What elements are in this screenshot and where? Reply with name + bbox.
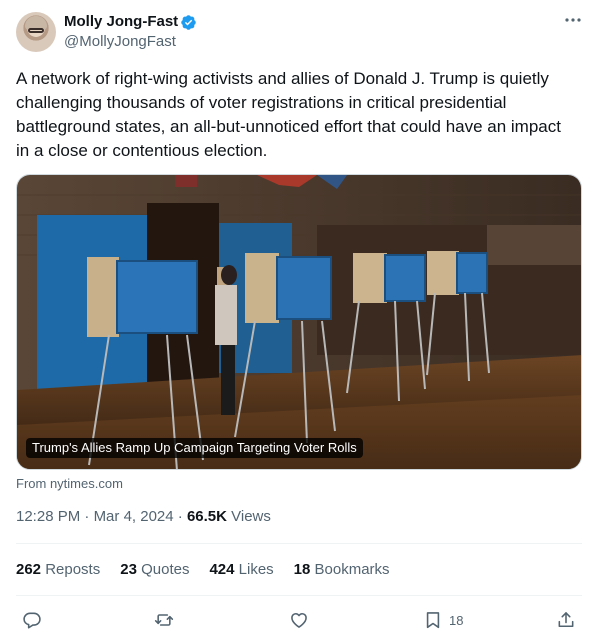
bookmarks-count: 18: [293, 561, 311, 578]
engagement-stats: 262 Reposts 23 Quotes 424 Likes 18 Bookm…: [16, 561, 410, 578]
quotes-label: Quotes: [136, 561, 190, 578]
link-card-image[interactable]: [16, 174, 582, 470]
author-handle[interactable]: @MollyJongFast: [64, 33, 176, 50]
reposts-label: Reposts: [41, 561, 101, 578]
likes-count: 424: [209, 561, 235, 578]
bookmark-count: 18: [449, 612, 464, 628]
tweet-meta: 12:28 PM · Mar 4, 2024 · 66.5K Views: [16, 508, 271, 525]
bookmarks-label: Bookmarks: [310, 561, 390, 578]
reposts-stat[interactable]: 262 Reposts: [16, 561, 100, 578]
action-bar: 18: [16, 606, 582, 634]
likes-stat[interactable]: 424 Likes: [209, 561, 273, 578]
like-icon: [291, 612, 307, 628]
like-button[interactable]: [289, 608, 309, 632]
tweet-text: A network of right-wing activists and al…: [16, 69, 561, 160]
more-options-icon[interactable]: [563, 10, 583, 30]
share-icon: [558, 612, 574, 628]
link-card-title[interactable]: Trump's Allies Ramp Up Campaign Targetin…: [26, 438, 363, 458]
quotes-stat[interactable]: 23 Quotes: [120, 561, 189, 578]
tweet-time[interactable]: 12:28 PM: [16, 508, 80, 525]
voting-booths-photo: [17, 175, 581, 469]
views-label: Views: [226, 508, 271, 525]
meta-separator: ·: [173, 508, 187, 525]
divider: [16, 543, 582, 544]
bookmarks-stat[interactable]: 18 Bookmarks: [294, 561, 390, 578]
link-source[interactable]: From nytimes.com: [16, 476, 123, 491]
reposts-count: 262: [16, 561, 42, 578]
share-button[interactable]: [556, 608, 576, 632]
quotes-count: 23: [120, 561, 137, 578]
bookmark-button[interactable]: 18: [423, 608, 463, 632]
meta-separator: ·: [80, 508, 94, 525]
tweet-date[interactable]: Mar 4, 2024: [94, 508, 174, 525]
reply-icon: [23, 612, 41, 629]
views-count: 66.5K: [186, 508, 227, 525]
verified-badge-icon: [181, 15, 196, 30]
repost-icon: [154, 614, 174, 626]
repost-button[interactable]: [154, 608, 174, 632]
author-name[interactable]: Molly Jong-Fast: [64, 13, 178, 30]
avatar[interactable]: [16, 12, 56, 52]
bookmark-icon: [426, 612, 440, 629]
likes-label: Likes: [234, 561, 274, 578]
divider: [16, 595, 582, 596]
reply-button[interactable]: [22, 608, 42, 632]
